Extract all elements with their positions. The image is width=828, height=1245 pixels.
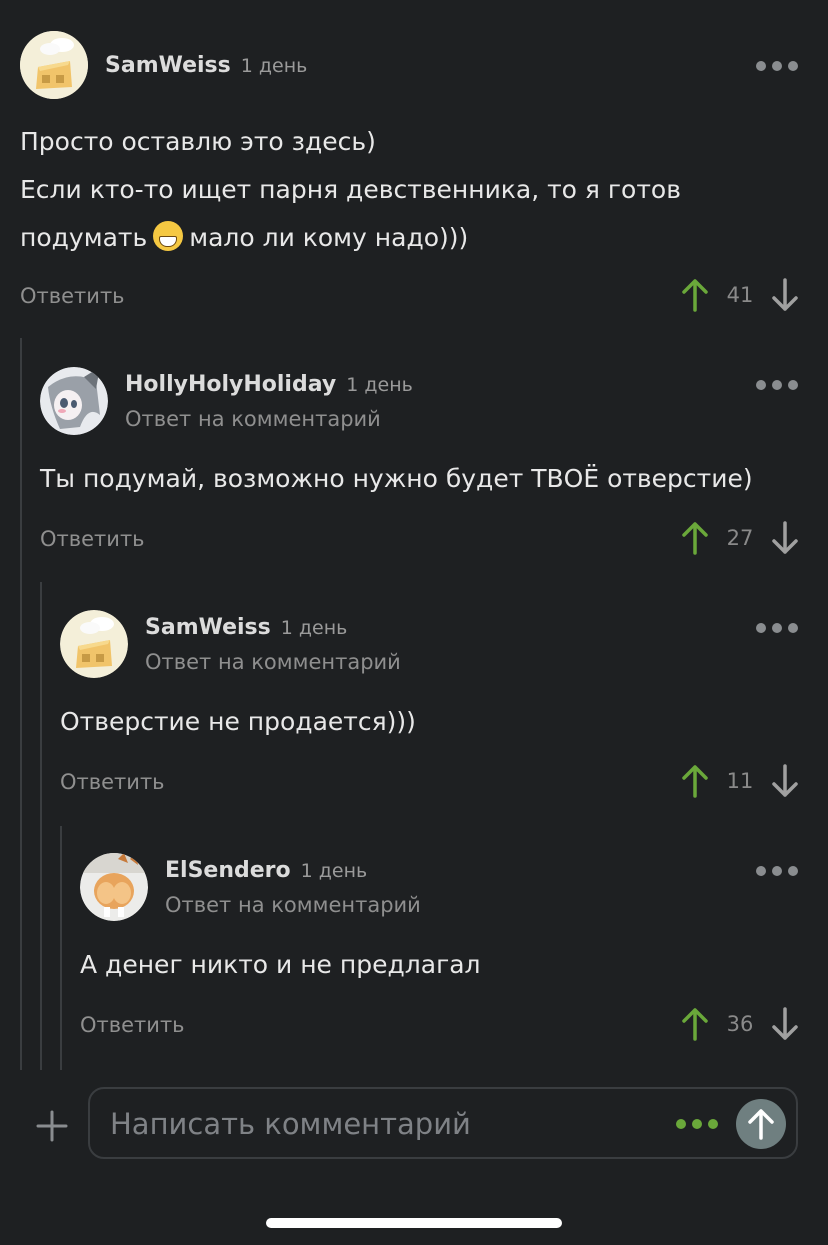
avatar[interactable] <box>40 367 108 435</box>
comment-text: А денег никто и не предлагал <box>80 950 481 979</box>
reply-to-label: Ответ на комментарий <box>165 893 421 917</box>
thread-line <box>40 582 42 1070</box>
comment-time: 1 день <box>300 860 368 882</box>
thread-line <box>20 338 22 1070</box>
vote-count: 36 <box>726 1012 754 1036</box>
reply-button[interactable]: Ответить <box>40 527 145 551</box>
author-name[interactable]: HollyHolyHoliday 1 день <box>125 372 413 397</box>
downvote-arrow-icon[interactable] <box>770 764 800 798</box>
vote-controls: 36 <box>680 1007 800 1041</box>
vote-controls: 27 <box>680 521 800 555</box>
comment-input-placeholder: Написать комментарий <box>110 1107 471 1141</box>
reply-button[interactable]: Ответить <box>60 770 165 794</box>
grinning-face-emoji-icon <box>153 221 184 251</box>
reply-to-label: Ответ на комментарий <box>145 650 401 674</box>
vote-count: 11 <box>726 769 754 793</box>
more-options-icon[interactable] <box>756 61 798 71</box>
vote-count: 41 <box>726 283 754 307</box>
reply-button[interactable]: Ответить <box>80 1013 185 1037</box>
vote-controls: 41 <box>680 278 800 312</box>
arrow-up-icon <box>748 1109 774 1140</box>
downvote-arrow-icon[interactable] <box>770 1007 800 1041</box>
avatar[interactable] <box>80 853 148 921</box>
comment-input[interactable]: Написать комментарий <box>88 1087 798 1159</box>
upvote-arrow-icon[interactable] <box>680 521 710 555</box>
comment-time: 1 день <box>280 617 348 639</box>
upvote-arrow-icon[interactable] <box>680 1007 710 1041</box>
author-name[interactable]: SamWeiss 1 день <box>105 53 307 78</box>
downvote-arrow-icon[interactable] <box>770 278 800 312</box>
comment-time: 1 день <box>240 55 308 77</box>
more-options-icon[interactable] <box>756 623 798 633</box>
comment-time: 1 день <box>346 374 413 396</box>
thread-line <box>60 826 62 1070</box>
comment-text: Отверстие не продается))) <box>60 707 416 736</box>
more-options-icon[interactable] <box>756 866 798 876</box>
vote-controls: 11 <box>680 764 800 798</box>
author-name[interactable]: SamWeiss 1 день <box>145 615 347 640</box>
comment-text: Просто оставлю это здесь) Если кто-то ищ… <box>20 127 681 252</box>
more-options-icon[interactable] <box>676 1119 718 1129</box>
more-options-icon[interactable] <box>756 380 798 390</box>
downvote-arrow-icon[interactable] <box>770 521 800 555</box>
upvote-arrow-icon[interactable] <box>680 278 710 312</box>
vote-count: 27 <box>726 526 754 550</box>
reply-to-label: Ответ на комментарий <box>125 407 381 431</box>
home-indicator <box>266 1218 562 1228</box>
author-name[interactable]: ElSendero 1 день <box>165 858 367 883</box>
avatar[interactable] <box>20 31 88 99</box>
upvote-arrow-icon[interactable] <box>680 764 710 798</box>
send-button[interactable] <box>736 1099 786 1149</box>
reply-button[interactable]: Ответить <box>20 284 125 308</box>
plus-icon[interactable] <box>36 1110 68 1142</box>
avatar[interactable] <box>60 610 128 678</box>
comment-text: Ты подумай, возможно нужно будет ТВОЁ от… <box>40 464 753 493</box>
